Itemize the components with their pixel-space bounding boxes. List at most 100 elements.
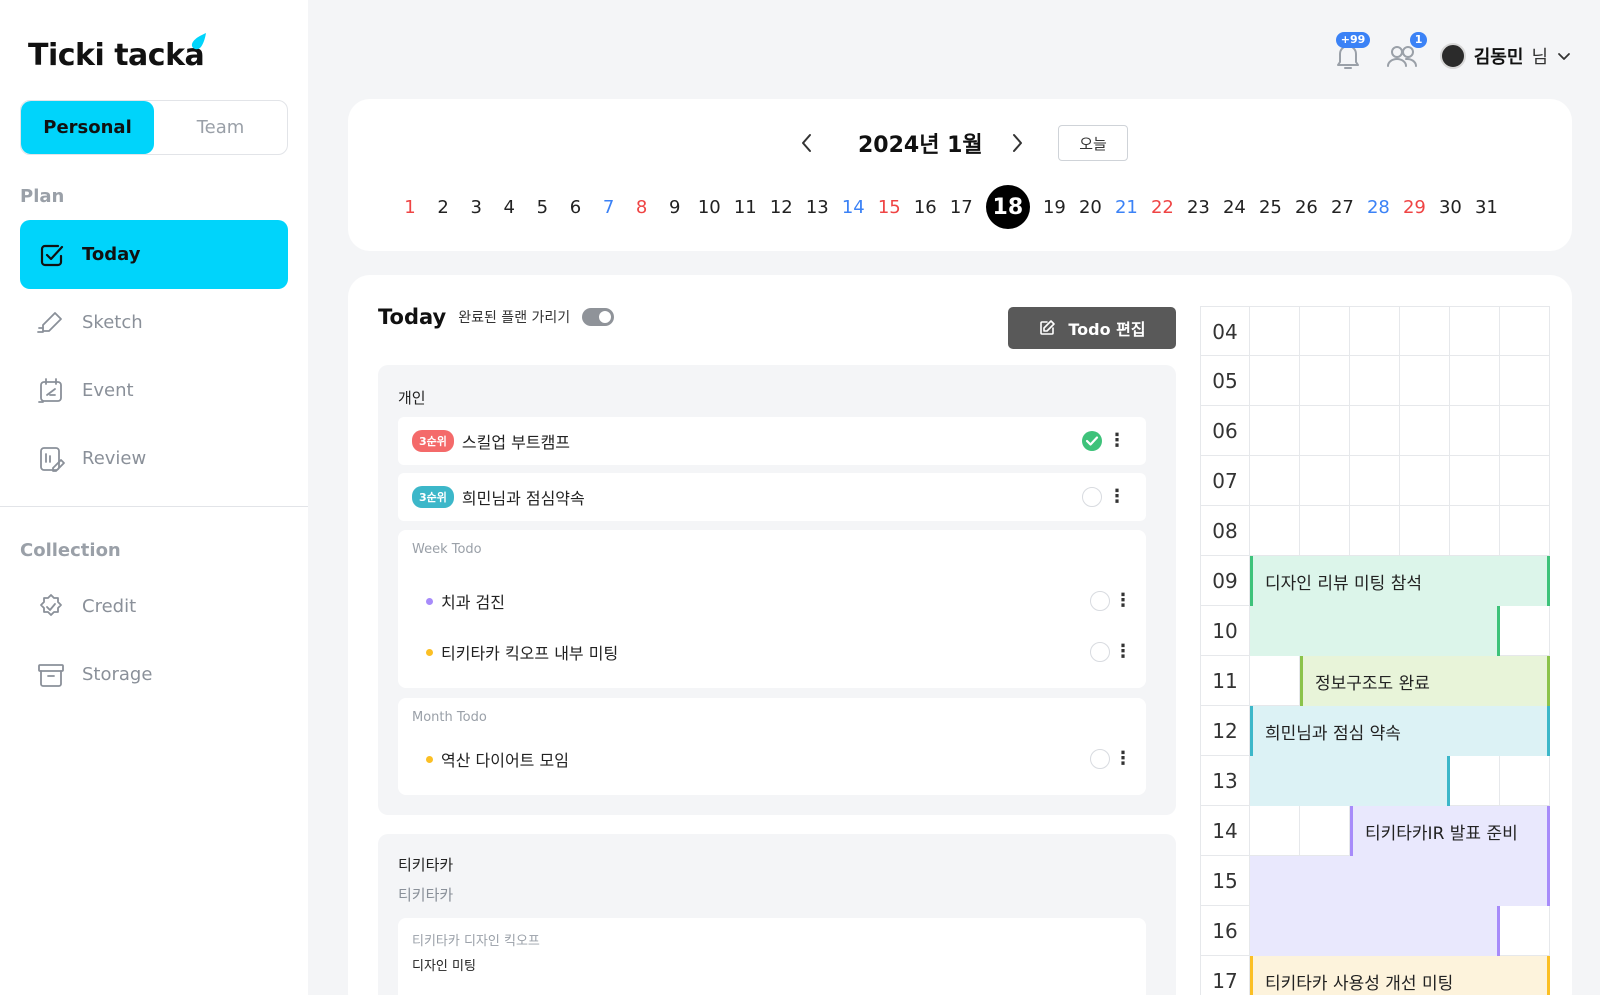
timeline-cell[interactable] (1250, 356, 1300, 406)
event-block[interactable]: 티키타카 사용성 개선 미팅 (1250, 956, 1550, 995)
event-block[interactable] (1250, 906, 1500, 956)
day-item[interactable]: 11 (734, 185, 757, 229)
day-item[interactable]: 4 (499, 185, 519, 229)
day-item[interactable]: 30 (1439, 185, 1462, 229)
day-item[interactable]: 13 (806, 185, 829, 229)
friends-button[interactable]: 1 (1384, 32, 1428, 72)
event-block[interactable]: 디자인 리뷰 미팅 참석 (1250, 556, 1550, 606)
day-item[interactable]: 28 (1367, 185, 1390, 229)
timeline-cell[interactable] (1500, 606, 1550, 656)
sidebar-item-credit[interactable]: Credit (20, 572, 288, 641)
chevron-left-icon[interactable] (796, 131, 818, 155)
todo-item[interactable]: 3순위 스킬업 부트캠프 ⋮ (398, 417, 1146, 465)
day-item[interactable]: 8 (632, 185, 652, 229)
check-done-icon[interactable] (1082, 431, 1102, 451)
list-item[interactable]: 역산 다이어트 모임 ⋮ (426, 744, 1132, 774)
event-block[interactable]: 희민님과 점심 약속 (1250, 706, 1550, 756)
day-item[interactable]: 7 (599, 185, 619, 229)
timeline-cell[interactable] (1450, 356, 1500, 406)
timeline-cell[interactable] (1300, 806, 1350, 856)
sidebar-item-sketch[interactable]: Sketch (20, 288, 288, 357)
timeline-cell[interactable] (1500, 307, 1550, 357)
timeline-cell[interactable] (1350, 456, 1400, 506)
day-item[interactable]: 3 (466, 185, 486, 229)
timeline-cell[interactable] (1400, 356, 1450, 406)
day-item[interactable]: 21 (1115, 185, 1138, 229)
day-item[interactable]: 16 (914, 185, 937, 229)
day-item[interactable]: 9 (665, 185, 685, 229)
day-item[interactable]: 27 (1331, 185, 1354, 229)
timeline-cell[interactable] (1250, 307, 1300, 357)
more-icon[interactable]: ⋮ (1114, 643, 1132, 661)
timeline-cell[interactable] (1450, 456, 1500, 506)
timeline-cell[interactable] (1250, 506, 1300, 556)
sidebar-item-review[interactable]: Review (20, 424, 288, 493)
timeline-cell[interactable] (1350, 506, 1400, 556)
more-icon[interactable]: ⋮ (1108, 432, 1126, 450)
team-card[interactable]: 티키타카 디자인 킥오프 디자인 미팅 (398, 918, 1146, 995)
app-logo[interactable]: Ticki tacka (28, 38, 205, 73)
timeline-cell[interactable] (1500, 906, 1550, 956)
list-item[interactable]: 티키타카 킥오프 내부 미팅 ⋮ (426, 637, 1132, 667)
timeline-cell[interactable] (1450, 506, 1500, 556)
day-item[interactable]: 12 (770, 185, 793, 229)
event-block[interactable]: 티키타카IR 발표 준비 (1350, 806, 1550, 856)
list-item[interactable]: 치과 검진 ⋮ (426, 586, 1132, 616)
sidebar-item-event[interactable]: Event (20, 356, 288, 425)
day-item[interactable]: 31 (1475, 185, 1498, 229)
day-item[interactable]: 2 (433, 185, 453, 229)
day-item[interactable]: 22 (1151, 185, 1174, 229)
timeline-cell[interactable] (1500, 356, 1550, 406)
day-item[interactable]: 10 (698, 185, 721, 229)
day-item[interactable]: 15 (878, 185, 901, 229)
more-icon[interactable]: ⋮ (1114, 592, 1132, 610)
event-block[interactable]: 정보구조도 완료 (1300, 656, 1550, 706)
hide-completed-toggle[interactable] (582, 308, 615, 326)
timeline-cell[interactable] (1500, 506, 1550, 556)
timeline-cell[interactable] (1250, 456, 1300, 506)
timeline-cell[interactable] (1400, 307, 1450, 357)
check-circle-icon[interactable] (1090, 591, 1110, 611)
timeline-cell[interactable] (1300, 456, 1350, 506)
more-icon[interactable]: ⋮ (1114, 750, 1132, 768)
timeline-cell[interactable] (1450, 406, 1500, 456)
event-block[interactable] (1250, 606, 1500, 656)
timeline-cell[interactable] (1500, 406, 1550, 456)
day-item[interactable]: 6 (565, 185, 585, 229)
event-block[interactable] (1250, 756, 1450, 806)
day-item[interactable]: 26 (1295, 185, 1318, 229)
timeline-cell[interactable] (1350, 406, 1400, 456)
today-button[interactable]: 오늘 (1058, 125, 1128, 161)
day-item[interactable]: 1 (400, 185, 420, 229)
sidebar-item-storage[interactable]: Storage (20, 640, 288, 709)
day-item[interactable]: 24 (1223, 185, 1246, 229)
timeline-cell[interactable] (1350, 356, 1400, 406)
sidebar-item-today[interactable]: Today (20, 220, 288, 289)
timeline-cell[interactable] (1250, 406, 1300, 456)
timeline-cell[interactable] (1450, 756, 1500, 806)
check-circle-icon[interactable] (1082, 487, 1102, 507)
day-item[interactable]: 29 (1403, 185, 1426, 229)
day-selected[interactable]: 18 (985, 185, 1030, 229)
timeline-cell[interactable] (1300, 356, 1350, 406)
day-item[interactable]: 20 (1079, 185, 1102, 229)
timeline-cell[interactable] (1400, 406, 1450, 456)
timeline-cell[interactable] (1250, 656, 1300, 706)
day-item[interactable]: 23 (1187, 185, 1210, 229)
user-menu[interactable]: 김동민 님 (1439, 43, 1572, 69)
timeline-cell[interactable] (1300, 406, 1350, 456)
timeline-cell[interactable] (1400, 456, 1450, 506)
check-circle-icon[interactable] (1090, 749, 1110, 769)
check-circle-icon[interactable] (1090, 642, 1110, 662)
day-item[interactable]: 25 (1259, 185, 1282, 229)
timeline-cell[interactable] (1300, 506, 1350, 556)
todo-edit-button[interactable]: Todo 편집 (1008, 307, 1176, 349)
day-item[interactable]: 14 (842, 185, 865, 229)
more-icon[interactable]: ⋮ (1108, 488, 1126, 506)
day-item[interactable]: 19 (1043, 185, 1066, 229)
team-tab[interactable]: Team (154, 101, 287, 154)
chevron-right-icon[interactable] (1006, 131, 1028, 155)
day-item[interactable]: 5 (532, 185, 552, 229)
personal-tab[interactable]: Personal (21, 101, 154, 154)
timeline-cell[interactable] (1250, 806, 1300, 856)
